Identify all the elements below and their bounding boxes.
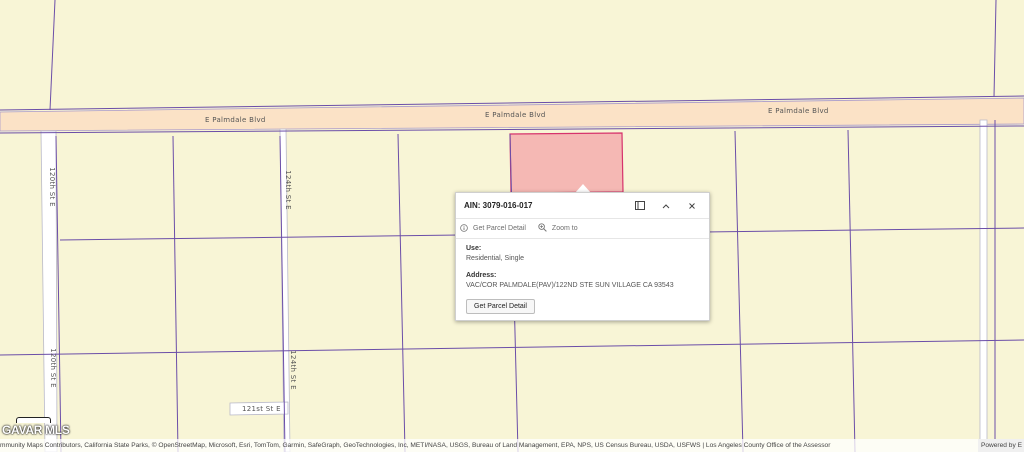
road-label-palmdale-left: E Palmdale Blvd [205, 116, 266, 124]
gavar-mls-logo: GAVAR MLS [2, 423, 70, 437]
map-attribution: mmunity Maps Contributors, California St… [0, 439, 1024, 452]
use-label: Use: [466, 245, 482, 252]
road-label-120th-bottom: 120th St E [48, 348, 57, 388]
address-label: Address: [466, 272, 497, 279]
zoom-in-icon [538, 223, 547, 234]
chevron-up-icon[interactable] [657, 197, 675, 215]
road-label-palmdale-right: E Palmdale Blvd [768, 107, 829, 115]
use-value: Residential, Single [466, 255, 524, 262]
selected-parcel[interactable] [509, 132, 624, 194]
popup-header: AIN: 3079-016-017 [456, 193, 709, 219]
road-label-121st: 121st St E [242, 405, 281, 413]
road-label-124th-bottom: 124th St E [288, 350, 297, 390]
get-parcel-detail-label: Get Parcel Detail [473, 225, 526, 232]
road-label-palmdale-mid: E Palmdale Blvd [485, 111, 546, 119]
zoom-to-action[interactable]: Zoom to [538, 223, 578, 234]
attribution-text: mmunity Maps Contributors, California St… [0, 442, 831, 449]
get-parcel-detail-action[interactable]: Get Parcel Detail [460, 223, 526, 234]
road-label-124th-top: 124th St E [283, 170, 292, 210]
address-value: VAC/COR PALMDALE(PAV)/122ND STE SUN VILL… [466, 282, 674, 289]
info-icon [460, 223, 468, 234]
dock-icon[interactable] [631, 197, 649, 215]
close-icon[interactable] [683, 197, 701, 215]
get-parcel-detail-button[interactable]: Get Parcel Detail [466, 299, 535, 314]
popup-title: AIN: 3079-016-017 [464, 201, 533, 210]
powered-by-link[interactable]: Powered by E [977, 439, 1024, 452]
popup-body: Use: Residential, Single Address: VAC/CO… [456, 239, 709, 320]
popup-actions: Get Parcel Detail Zoom to [456, 219, 709, 239]
zoom-to-label: Zoom to [551, 225, 578, 232]
road-label-120th-top: 120th St E [47, 167, 56, 207]
parcel-popup: AIN: 3079-016-017 Get Parcel Detail Zoom… [455, 192, 710, 321]
road-right [979, 119, 988, 452]
